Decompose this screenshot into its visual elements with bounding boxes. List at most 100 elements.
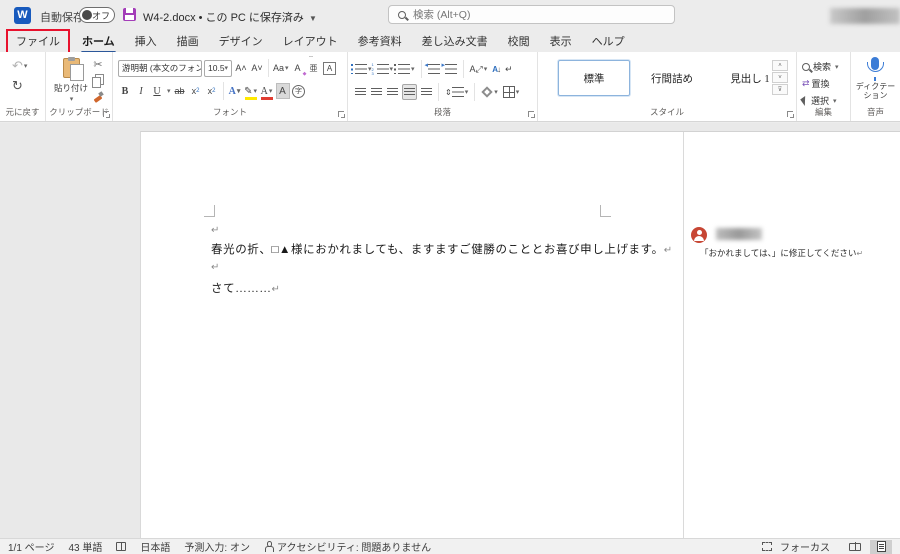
distribute-button[interactable] [420, 84, 433, 100]
style-no-spacing[interactable]: 行間詰め [636, 60, 708, 96]
comment-text[interactable]: 「おかれましては、」に修正してください↵ [700, 247, 863, 259]
cursor-icon [800, 95, 810, 106]
multilevel-list-button[interactable]: ▾ [394, 61, 416, 77]
increase-indent-button[interactable] [442, 61, 458, 77]
clear-formatting-button[interactable]: A [291, 60, 307, 77]
font-color-button[interactable]: A ▾ [260, 83, 274, 100]
document-text-line[interactable]: さて………↵ [211, 280, 280, 296]
tab-help[interactable]: ヘルプ [582, 30, 635, 53]
tab-draw[interactable]: 描画 [167, 30, 209, 53]
tab-home[interactable]: ホーム [72, 30, 125, 54]
cut-button[interactable]: ✂ [93, 58, 102, 71]
styles-gallery-more-icon[interactable]: ⊽ [772, 84, 788, 95]
shrink-font-button[interactable]: A˅ [250, 60, 264, 76]
styles-dialog-launcher-icon[interactable] [787, 111, 794, 118]
italic-button[interactable]: I [134, 83, 148, 99]
shading-button[interactable]: ▾ [480, 84, 499, 100]
subscript-button[interactable]: x2 [189, 83, 203, 99]
search-box[interactable] [388, 5, 675, 24]
styles-scroll-down-icon[interactable]: ˅ [772, 72, 788, 83]
find-button[interactable]: 検索 ▾ [802, 60, 839, 73]
styles-scroll-up-icon[interactable]: ˄ [772, 60, 788, 71]
tab-insert[interactable]: 挿入 [125, 30, 167, 53]
read-mode-button[interactable] [844, 540, 866, 554]
word-count[interactable]: 43 単語 [68, 539, 102, 554]
tab-design[interactable]: デザイン [209, 30, 273, 53]
tab-file[interactable]: ファイル [6, 28, 70, 54]
bullets-button[interactable]: ▾ [351, 61, 373, 77]
user-account-blurred[interactable] [830, 8, 900, 24]
focus-mode-button[interactable]: フォーカス [762, 539, 830, 554]
page-indicator[interactable]: 1/1 ページ [8, 539, 54, 554]
align-left-button[interactable] [354, 84, 367, 100]
tab-review[interactable]: 校閲 [498, 30, 540, 53]
tab-mailings[interactable]: 差し込み文書 [412, 30, 498, 53]
styles-group-label: スタイル [649, 107, 684, 117]
underline-button[interactable]: U [150, 83, 164, 99]
comment-margin-divider [683, 132, 684, 538]
phonetic-guide-button[interactable]: 亜 [307, 54, 321, 76]
clipboard-dialog-launcher-icon[interactable] [103, 111, 110, 118]
decrease-indent-button[interactable] [425, 61, 441, 77]
bold-button[interactable]: B [118, 83, 132, 99]
tab-view[interactable]: 表示 [540, 30, 582, 53]
line-spacing-button[interactable]: ⇕ ▾ [444, 84, 469, 100]
word-app-icon[interactable]: W [14, 7, 31, 24]
strikethrough-button[interactable]: ab [173, 83, 187, 99]
paste-button[interactable]: 貼り付け ▾ [54, 57, 88, 106]
status-bar: 1/1 ページ 43 単語 日本語 予測入力: オン アクセシビリティ: 問題あ… [0, 538, 900, 554]
format-painter-button[interactable] [93, 92, 103, 102]
document-text-line[interactable]: 春光の折、□▲様におかれましても、ますますご健勝のこととお喜び申し上げます。↵ [211, 241, 672, 257]
text-effects-button[interactable]: A ▾ [228, 83, 242, 99]
document-page[interactable]: ↵ 春光の折、□▲様におかれましても、ますますご健勝のこととお喜び申し上げます。… [140, 131, 900, 538]
focus-icon [762, 542, 772, 551]
accessibility-status[interactable]: アクセシビリティ: 問題ありません [264, 539, 431, 554]
language-indicator[interactable]: 日本語 [140, 539, 170, 554]
dictate-label[interactable]: ディクテー ション [851, 82, 900, 100]
page-corner-mark-left [204, 205, 215, 217]
borders-button[interactable]: ▾ [502, 84, 521, 100]
font-dialog-launcher-icon[interactable] [338, 111, 345, 118]
undo-button[interactable]: ↶ ▾ [12, 58, 27, 74]
read-mode-icon [849, 541, 861, 551]
microphone-icon [871, 57, 879, 70]
chevron-down-icon: ▼ [308, 14, 317, 23]
proofing-icon[interactable] [116, 542, 127, 551]
change-case-button[interactable]: Aa ▾ [273, 60, 289, 76]
enclose-circle-button[interactable]: 字 [292, 83, 306, 99]
sort-button[interactable]: A↓ [491, 61, 501, 77]
superscript-button[interactable]: x2 [205, 83, 219, 99]
paragraph-mark: ↵ [211, 225, 220, 236]
font-name-combo[interactable]: 游明朝 (本文のフォント)▾ [118, 59, 202, 77]
paragraph-dialog-launcher-icon[interactable] [528, 111, 535, 118]
character-shading-button[interactable]: A [275, 83, 290, 99]
font-group: 游明朝 (本文のフォント)▾ 10.5▾ A˄ A˅ Aa▾ A 亜 A B I… [113, 52, 348, 121]
align-right-button[interactable] [386, 84, 399, 100]
print-layout-button[interactable] [870, 539, 892, 554]
ribbon: ↶▾ ↻ 元に戻す 貼り付け ▾ ✂ クリップボード 游明朝 (本文のフォント)… [0, 52, 900, 122]
search-input[interactable] [413, 8, 633, 21]
replace-button[interactable]: ⇄ 置換 [802, 77, 830, 90]
numbering-button[interactable]: ▾ [372, 61, 395, 77]
font-size-combo[interactable]: 10.5 ▾ [204, 59, 232, 77]
copy-button[interactable] [92, 77, 101, 88]
align-center-button[interactable] [370, 84, 383, 100]
voice-group-label: 音声 [866, 107, 884, 117]
document-title[interactable]: W4-2.docx • この PC に保存済み ▼ [143, 9, 317, 25]
highlight-color-button[interactable]: ✎ ▾ [244, 83, 258, 100]
save-icon[interactable] [123, 8, 136, 21]
show-formatting-marks-button[interactable]: ↵ [504, 61, 514, 77]
enclose-characters-button[interactable]: A [323, 60, 337, 76]
style-normal[interactable]: 標準 [558, 60, 630, 96]
grow-font-button[interactable]: A˄ [234, 60, 248, 76]
tab-layout[interactable]: レイアウト [273, 30, 348, 53]
redo-button[interactable]: ↻ [12, 78, 23, 94]
ime-prediction-indicator[interactable]: 予測入力: オン [184, 539, 250, 554]
accessibility-icon [264, 541, 274, 552]
tab-references[interactable]: 参考資料 [348, 30, 412, 53]
dictate-button[interactable] [865, 57, 885, 81]
asian-layout-button[interactable]: A⤢ ▾ [469, 61, 489, 77]
ribbon-tab-row: ファイル ホーム 挿入 描画 デザイン レイアウト 参考資料 差し込み文書 校閲… [6, 28, 635, 54]
autosave-toggle[interactable]: オフ [79, 7, 115, 23]
justify-button[interactable] [402, 84, 417, 100]
